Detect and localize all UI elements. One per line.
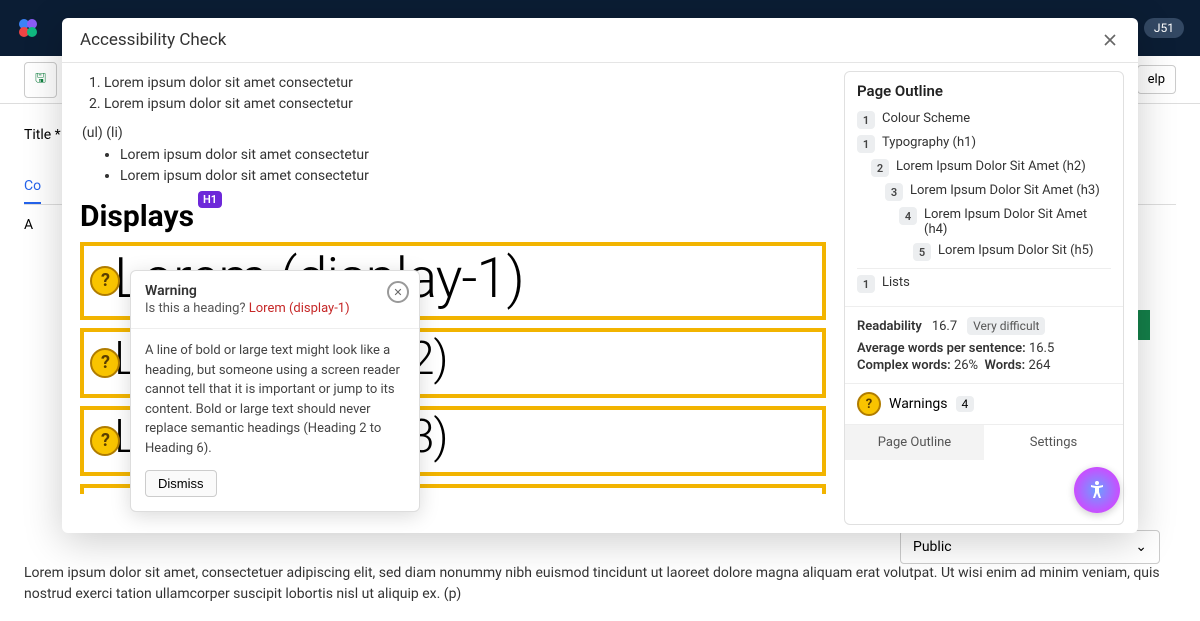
warnings-count: 4 (956, 396, 975, 412)
popover-close-icon[interactable] (387, 281, 409, 303)
readability-label: Readability (857, 319, 922, 334)
accessibility-icon (1085, 478, 1109, 502)
dismiss-button[interactable]: Dismiss (145, 470, 217, 497)
readability-score: 16.7 (932, 319, 957, 334)
outline-item[interactable]: 1Colour Scheme (857, 108, 1111, 132)
warning-icon[interactable] (90, 426, 120, 456)
unordered-list: Lorem ipsum dolor sit amet consectetur L… (80, 145, 826, 187)
h1-badge: H1 (198, 191, 222, 208)
displays-heading: Displays H1 (80, 199, 194, 234)
warning-popover: Warning Is this a heading? Lorem (displa… (130, 270, 420, 512)
outline-item[interactable]: 3Lorem Ipsum Dolor Sit Amet (h3) (857, 180, 1111, 204)
ul-label: (ul) (li) (82, 125, 826, 141)
accessibility-fab[interactable] (1074, 467, 1120, 513)
outline-heading: Page Outline (857, 82, 1111, 100)
readability-difficulty: Very difficult (967, 317, 1045, 335)
warning-icon[interactable] (90, 266, 120, 296)
outline-item[interactable]: 5Lorem Ipsum Dolor Sit (h5) (857, 240, 1111, 264)
popover-body: A line of bold or large text might look … (131, 329, 419, 470)
warning-icon[interactable] (90, 348, 120, 378)
outline-item[interactable]: 1Typography (h1) (857, 132, 1111, 156)
warning-icon: ? (857, 392, 881, 416)
page-outline-panel: Page Outline 1Colour Scheme 1Typography … (844, 71, 1124, 525)
tab-settings[interactable]: Settings (984, 425, 1123, 460)
popover-subtitle: Is this a heading? Lorem (display-1) (145, 301, 405, 316)
close-icon[interactable] (1100, 30, 1120, 50)
outline-item[interactable]: 4Lorem Ipsum Dolor Sit Amet (h4) (857, 204, 1111, 240)
outline-item-lists[interactable]: 1Lists (857, 268, 1111, 296)
ordered-list: Lorem ipsum dolor sit amet consectetur L… (80, 73, 826, 115)
modal-title: Accessibility Check (80, 30, 226, 50)
tab-page-outline[interactable]: Page Outline (845, 425, 984, 460)
popover-title: Warning (145, 283, 405, 299)
warnings-row[interactable]: ? Warnings 4 (845, 383, 1123, 424)
outline-item[interactable]: 2Lorem Ipsum Dolor Sit Amet (h2) (857, 156, 1111, 180)
